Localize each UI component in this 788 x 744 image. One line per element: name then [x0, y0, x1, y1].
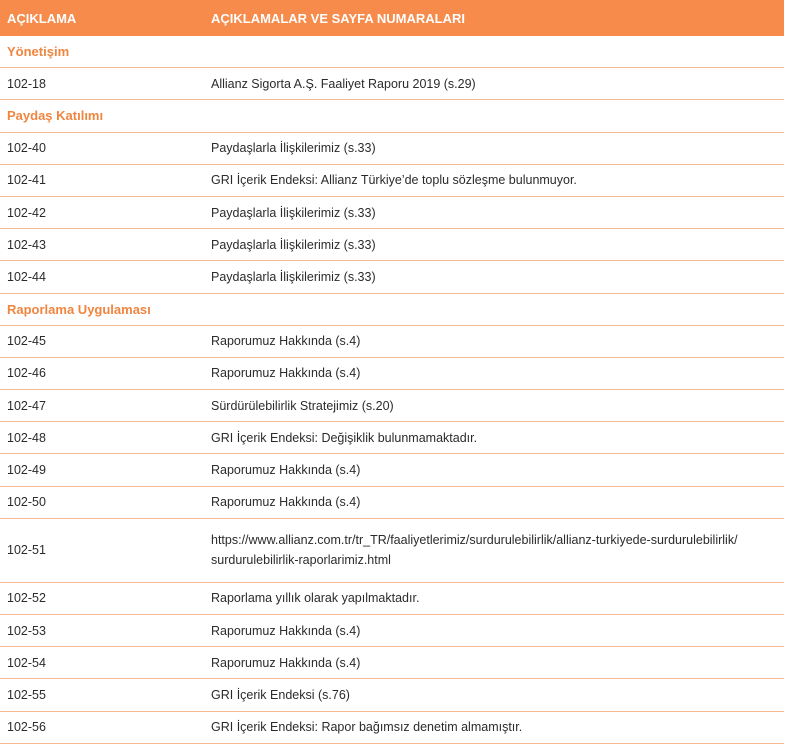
section-empty-cell	[204, 99, 784, 133]
disclosure-code: 102-54	[0, 646, 204, 680]
description: Raporlama yıllık olarak yapılmaktadır.	[204, 582, 784, 616]
section-title: Paydaş Katılımı	[0, 99, 204, 133]
description: Raporumuz Hakkında (s.4)	[204, 614, 784, 648]
disclosure-code: 102-40	[0, 132, 204, 165]
description: Paydaşlarla İlişkilerimiz (s.33)	[204, 132, 784, 165]
gri-index-table: AÇIKLAMA AÇIKLAMALAR VE SAYFA NUMARALARI…	[0, 0, 784, 744]
description: Sürdürülebilirlik Stratejimiz (s.20)	[204, 389, 784, 423]
header-col-disclosure: AÇIKLAMA	[0, 0, 204, 36]
disclosure-code: 102-42	[0, 196, 204, 230]
section-empty-cell	[204, 36, 784, 69]
disclosure-code: 102-47	[0, 389, 204, 423]
link-line-2[interactable]: surdurulebilirlik-raporlarimiz.html	[211, 553, 391, 567]
table-row: 102-41 GRI İçerik Endeksi: Allianz Türkiy…	[0, 164, 784, 197]
table-row: 102-50 Raporumuz Hakkında (s.4)	[0, 486, 784, 519]
disclosure-code: 102-56	[0, 711, 204, 744]
disclosure-code: 102-45	[0, 325, 204, 358]
table-row: 102-53 Raporumuz Hakkında (s.4)	[0, 614, 784, 648]
section-title: Raporlama Uygulaması	[0, 293, 204, 326]
section-row: Yönetişim	[0, 36, 784, 69]
table-row: 102-51 https://www.allianz.com.tr/tr_TR/f…	[0, 518, 784, 583]
disclosure-code: 102-44	[0, 260, 204, 294]
table-row: 102-18 Allianz Sigorta A.Ş. Faaliyet Rapo…	[0, 67, 784, 101]
description: GRI İçerik Endeksi: Değişiklik bulunmama…	[204, 421, 784, 455]
table-row: 102-46 Raporumuz Hakkında (s.4)	[0, 357, 784, 391]
description: Raporumuz Hakkında (s.4)	[204, 486, 784, 519]
table-row: 102-40 Paydaşlarla İlişkilerimiz (s.33)	[0, 132, 784, 165]
description: Raporumuz Hakkında (s.4)	[204, 357, 784, 391]
disclosure-code: 102-41	[0, 164, 204, 197]
table-row: 102-56 GRI İçerik Endeksi: Rapor bağımsız…	[0, 711, 784, 744]
header-col-description: AÇIKLAMALAR VE SAYFA NUMARALARI	[204, 0, 784, 36]
disclosure-code: 102-52	[0, 582, 204, 616]
description: GRI İçerik Endeksi: Rapor bağımsız denet…	[204, 711, 784, 744]
disclosure-code: 102-43	[0, 228, 204, 262]
disclosure-code: 102-18	[0, 67, 204, 101]
section-row: Raporlama Uygulaması	[0, 293, 784, 326]
description: Raporumuz Hakkında (s.4)	[204, 453, 784, 487]
table-row: 102-54 Raporumuz Hakkında (s.4)	[0, 646, 784, 680]
table-header: AÇIKLAMA AÇIKLAMALAR VE SAYFA NUMARALARI	[0, 0, 784, 36]
description: Raporumuz Hakkında (s.4)	[204, 325, 784, 358]
table-row: 102-55 GRI İçerik Endeksi (s.76)	[0, 678, 784, 712]
table-row: 102-48 GRI İçerik Endeksi: Değişiklik bul…	[0, 421, 784, 455]
description: Paydaşlarla İlişkilerimiz (s.33)	[204, 228, 784, 262]
section-empty-cell	[204, 293, 784, 326]
description: Paydaşlarla İlişkilerimiz (s.33)	[204, 260, 784, 294]
table-row: 102-44 Paydaşlarla İlişkilerimiz (s.33)	[0, 260, 784, 294]
description: Raporumuz Hakkında (s.4)	[204, 646, 784, 680]
table-body: Yönetişim 102-18 Allianz Sigorta A.Ş. Faal…	[0, 36, 784, 744]
section-title: Yönetişim	[0, 36, 204, 69]
table-row: 102-42 Paydaşlarla İlişkilerimiz (s.33)	[0, 196, 784, 230]
description: Allianz Sigorta A.Ş. Faaliyet Raporu 201…	[204, 67, 784, 101]
description: Paydaşlarla İlişkilerimiz (s.33)	[204, 196, 784, 230]
disclosure-code: 102-50	[0, 486, 204, 519]
table-row: 102-47 Sürdürülebilirlik Stratejimiz (s.2…	[0, 389, 784, 423]
disclosure-code: 102-51	[0, 518, 204, 583]
link-line-1[interactable]: https://www.allianz.com.tr/tr_TR/faaliye…	[211, 533, 738, 547]
disclosure-code: 102-55	[0, 678, 204, 712]
disclosure-code: 102-53	[0, 614, 204, 648]
disclosure-code: 102-48	[0, 421, 204, 455]
table-row: 102-45 Raporumuz Hakkında (s.4)	[0, 325, 784, 358]
description: GRI İçerik Endeksi: Allianz Türkiye’de t…	[204, 164, 784, 197]
description: GRI İçerik Endeksi (s.76)	[204, 678, 784, 712]
table-row: 102-49 Raporumuz Hakkında (s.4)	[0, 453, 784, 487]
disclosure-code: 102-46	[0, 357, 204, 391]
table-row: 102-52 Raporlama yıllık olarak yapılmakta…	[0, 582, 784, 616]
disclosure-code: 102-49	[0, 453, 204, 487]
table-row: 102-43 Paydaşlarla İlişkilerimiz (s.33)	[0, 228, 784, 262]
section-row: Paydaş Katılımı	[0, 99, 784, 133]
description-link[interactable]: https://www.allianz.com.tr/tr_TR/faaliye…	[204, 518, 784, 583]
